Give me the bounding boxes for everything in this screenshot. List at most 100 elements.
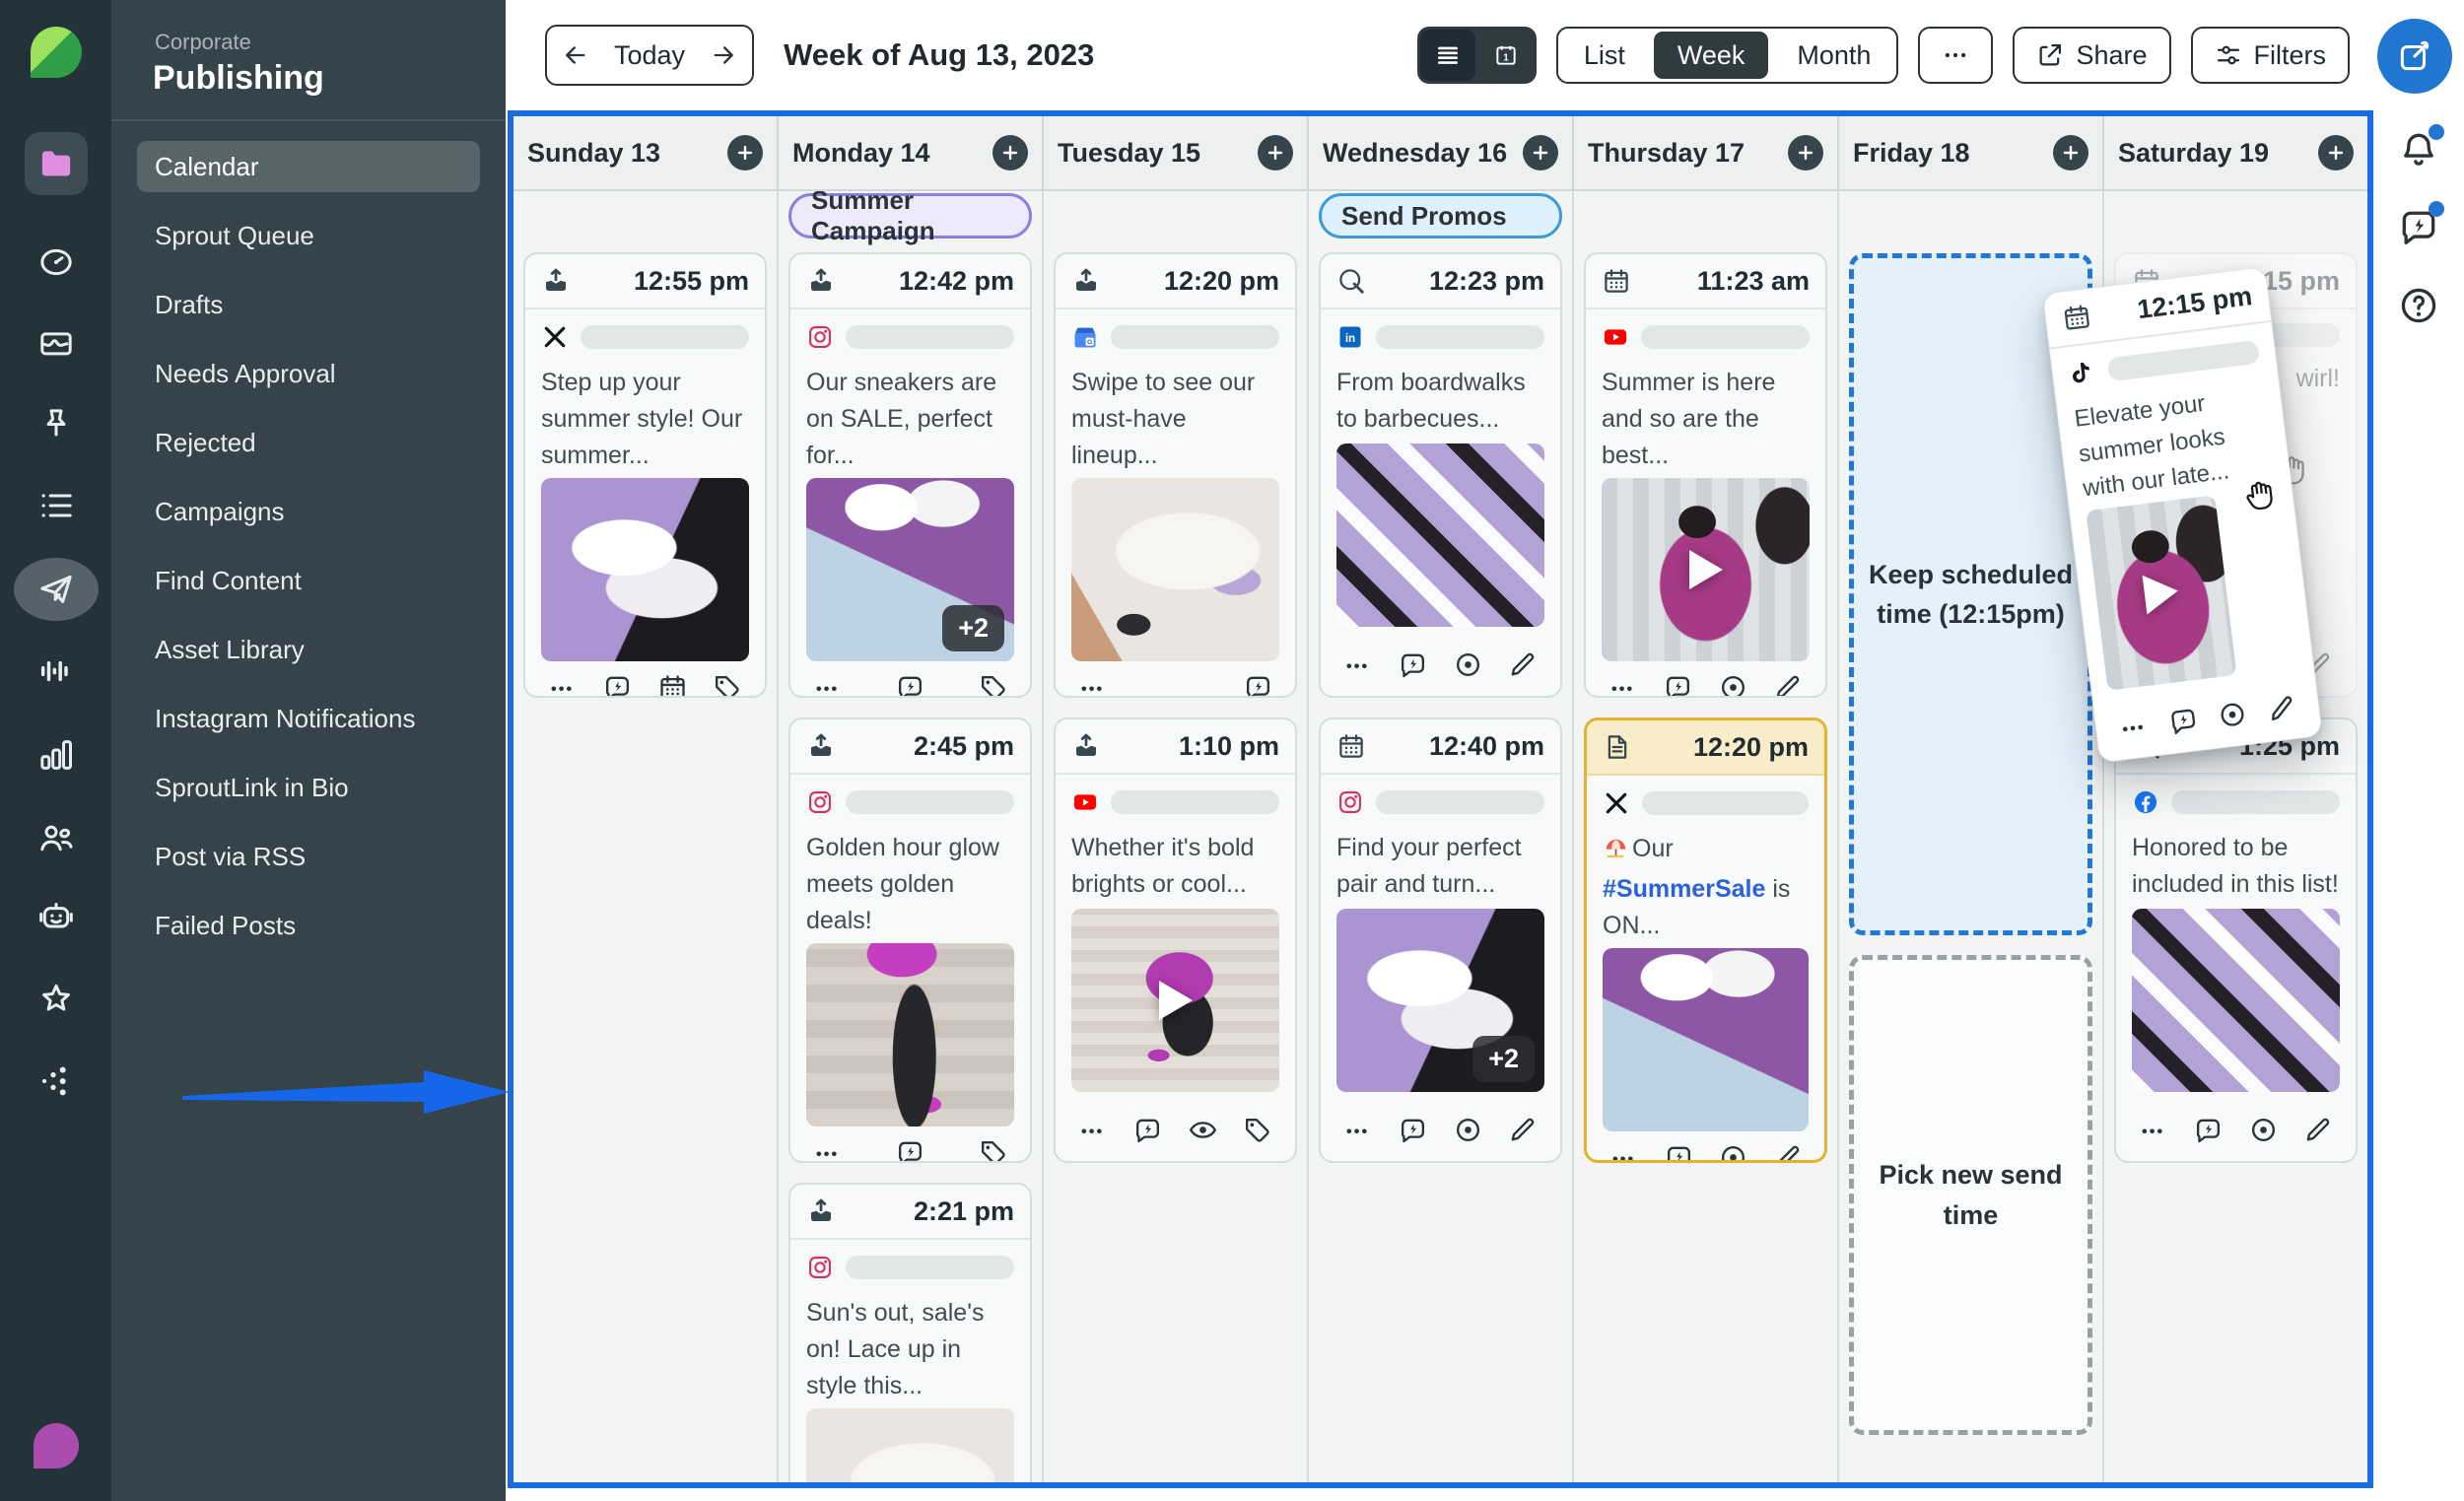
calendar-density-toggle[interactable]: 1 (1477, 30, 1534, 81)
add-post-button[interactable] (1258, 135, 1293, 171)
folder-icon[interactable] (24, 132, 88, 195)
view-tab-month[interactable]: Month (1771, 29, 1896, 82)
filters-button[interactable]: Filters (2190, 27, 2350, 84)
more-action-icon[interactable] (810, 669, 846, 696)
more-action-icon[interactable] (545, 669, 581, 696)
post-card[interactable]: 12:40 pm Find your perfect pair and turn.… (1319, 717, 1562, 1163)
post-card[interactable]: 1:10 pm Whether it's bold brights or cool… (1054, 717, 1297, 1163)
sidebar-item-sproutlink-in-bio[interactable]: SproutLink in Bio (137, 762, 480, 813)
apps-dots-icon[interactable] (36, 1061, 76, 1101)
view-action-icon[interactable] (1715, 1139, 1750, 1160)
boost-action-icon[interactable] (600, 669, 636, 696)
boost-action-icon[interactable] (1240, 669, 1275, 696)
tag-action-icon[interactable] (1240, 1112, 1275, 1147)
more-action-icon[interactable] (810, 1134, 846, 1161)
boost-action-icon[interactable] (2191, 1112, 2226, 1147)
add-post-button[interactable] (2318, 135, 2354, 171)
post-card[interactable]: 12:55 pm Step up your summer style! Our s… (523, 252, 767, 698)
more-options-button[interactable] (1918, 27, 1994, 84)
view-action-icon[interactable] (2212, 695, 2251, 734)
tag-action-icon[interactable] (710, 669, 745, 696)
edit-action-icon[interactable] (2300, 1112, 2336, 1147)
sidebar-item-sprout-queue[interactable]: Sprout Queue (137, 210, 480, 261)
boost-action-icon[interactable] (1396, 647, 1431, 682)
edit-action-icon[interactable] (1505, 647, 1540, 682)
post-card[interactable]: 12:20 pm Our #SummerSale is ON... (1584, 717, 1827, 1163)
promos-pill[interactable]: Send Promos (1319, 193, 1562, 239)
boost-chat-icon[interactable] (2397, 201, 2444, 248)
pick-new-send-time-drop-zone[interactable]: Pick new send time (1849, 955, 2092, 1435)
bot-icon[interactable] (36, 897, 76, 936)
reports-bars-icon[interactable] (36, 735, 76, 775)
post-card[interactable]: 12:20 pm G Swipe to see our must-have line… (1054, 252, 1297, 698)
add-post-button[interactable] (727, 135, 763, 171)
tag-action-icon[interactable] (975, 669, 1010, 696)
sidebar-item-asset-library[interactable]: Asset Library (137, 624, 480, 675)
sidebar-item-calendar[interactable]: Calendar (137, 141, 480, 192)
boost-action-icon[interactable] (893, 669, 928, 696)
view-action-icon[interactable] (1715, 669, 1750, 696)
eye-action-icon[interactable] (1185, 1112, 1220, 1147)
edit-action-icon[interactable] (1770, 669, 1806, 696)
more-action-icon[interactable] (2136, 1112, 2171, 1147)
more-action-icon[interactable] (1340, 1112, 1376, 1147)
help-icon[interactable] (2397, 284, 2440, 327)
sidebar-item-instagram-notifications[interactable]: Instagram Notifications (137, 693, 480, 744)
sidebar-item-needs-approval[interactable]: Needs Approval (137, 348, 480, 399)
boost-action-icon[interactable] (893, 1134, 928, 1161)
edit-action-icon[interactable] (1769, 1139, 1805, 1160)
more-action-icon[interactable] (2114, 707, 2154, 746)
boost-action-icon[interactable] (1661, 669, 1696, 696)
post-card[interactable]: 11:23 am Summer is here and so are the be… (1584, 252, 1827, 698)
inbox-icon[interactable] (36, 323, 76, 363)
hashtag-link[interactable]: #SummerSale (1603, 875, 1765, 903)
post-card[interactable]: 2:21 pm Sun's out, sale's on! Lace up in … (788, 1183, 1032, 1482)
add-post-button[interactable] (2053, 135, 2088, 171)
view-tab-week[interactable]: Week (1653, 32, 1769, 79)
dashboard-gauge-icon[interactable] (36, 242, 76, 282)
add-post-button[interactable] (992, 135, 1028, 171)
publishing-plane-icon[interactable] (13, 558, 99, 621)
sidebar-item-rejected[interactable]: Rejected (137, 417, 480, 468)
more-action-icon[interactable] (1075, 1112, 1111, 1147)
account-leaf-icon[interactable] (33, 1423, 79, 1468)
boost-action-icon[interactable] (1396, 1112, 1431, 1147)
boost-action-icon[interactable] (1661, 1139, 1696, 1160)
tag-action-icon[interactable] (975, 1134, 1010, 1161)
share-button[interactable]: Share (2013, 27, 2171, 84)
sidebar-item-find-content[interactable]: Find Content (137, 555, 480, 606)
post-card[interactable]: 12:42 pm Our sneakers are on SALE, perfec… (788, 252, 1032, 698)
today-button[interactable]: Today (604, 40, 695, 71)
more-action-icon[interactable] (1606, 669, 1641, 696)
view-action-icon[interactable] (1450, 1112, 1485, 1147)
list-density-toggle[interactable] (1419, 30, 1475, 81)
boost-action-icon[interactable] (1130, 1112, 1166, 1147)
more-action-icon[interactable] (1607, 1139, 1642, 1160)
next-week-button[interactable] (695, 27, 752, 84)
edit-action-icon[interactable] (1505, 1112, 1540, 1147)
sidebar-item-failed-posts[interactable]: Failed Posts (137, 900, 480, 951)
view-tab-list[interactable]: List (1558, 29, 1651, 82)
post-card[interactable]: 12:23 pm in From boardwalks to barbecues..… (1319, 252, 1562, 698)
sidebar-item-post-via-rss[interactable]: Post via RSS (137, 831, 480, 882)
boost-action-icon[interactable] (2163, 701, 2203, 740)
audience-people-icon[interactable] (36, 818, 76, 857)
add-post-button[interactable] (1788, 135, 1823, 171)
task-list-icon[interactable] (36, 486, 76, 525)
previous-week-button[interactable] (547, 27, 604, 84)
compose-button[interactable] (2377, 19, 2452, 94)
campaign-pill[interactable]: Summer Campaign (788, 191, 1032, 245)
edit-action-icon[interactable] (2261, 689, 2300, 728)
add-post-button[interactable] (1523, 135, 1558, 171)
post-card[interactable]: 2:45 pm Golden hour glow meets golden dea… (788, 717, 1032, 1163)
view-action-icon[interactable] (2245, 1112, 2281, 1147)
sidebar-item-drafts[interactable]: Drafts (137, 279, 480, 330)
star-icon[interactable] (36, 980, 76, 1019)
listening-waveform-icon[interactable] (36, 651, 76, 691)
more-action-icon[interactable] (1340, 647, 1376, 682)
notifications-bell-icon[interactable] (2397, 124, 2444, 171)
view-action-icon[interactable] (1450, 647, 1485, 682)
more-action-icon[interactable] (1075, 669, 1111, 696)
post-card[interactable]: 1:25 pm Honored to be included in this li… (2114, 717, 2358, 1163)
sidebar-item-campaigns[interactable]: Campaigns (137, 486, 480, 537)
